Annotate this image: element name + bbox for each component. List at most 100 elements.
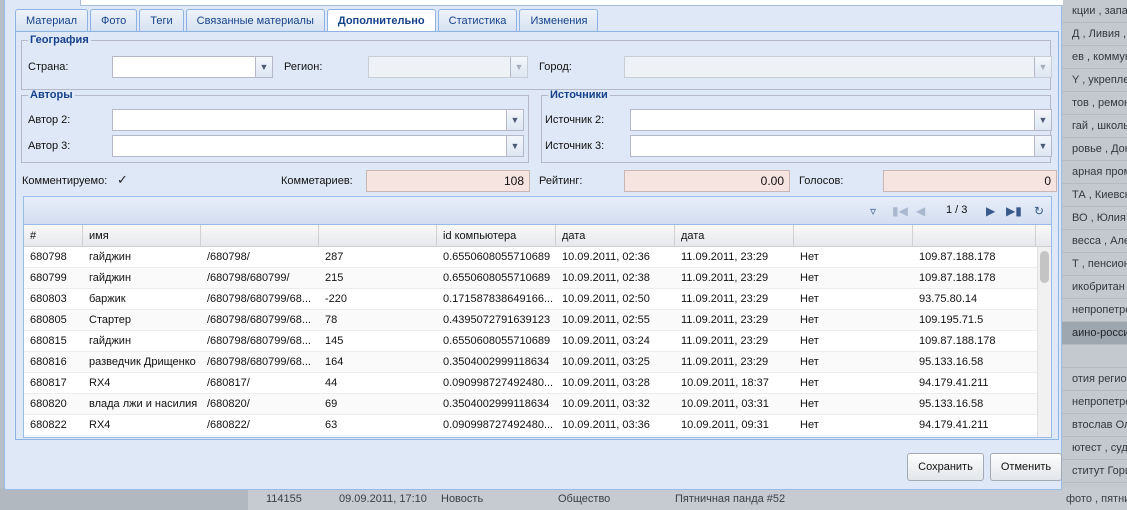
cell-flag: Нет — [800, 377, 819, 389]
cell-id: 680799 — [30, 272, 67, 284]
bg-row-section: Общество — [558, 493, 611, 505]
cell-date: 10.09.2011, 02:38 — [562, 272, 650, 284]
table-row[interactable]: 680820 влада лжи и насилия/680820/69 0.350… — [24, 394, 1051, 415]
chevron-down-icon[interactable]: ▼ — [1034, 136, 1051, 156]
cell-date: 10.09.2011, 02:55 — [562, 314, 650, 326]
prev-page-icon[interactable]: ◀ — [916, 204, 925, 218]
table-row[interactable]: 680817 RX4/680817/44 0.090998727492480... 1… — [24, 373, 1051, 394]
tab-material[interactable]: Материал — [15, 9, 88, 32]
cell-id: 680815 — [30, 335, 67, 347]
cell-date-2: 11.09.2011, 23:29 — [681, 293, 769, 305]
cell-flag: Нет — [800, 419, 819, 431]
col-header-date-2[interactable]: дата — [675, 225, 794, 247]
save-button[interactable]: Сохранить — [907, 453, 984, 481]
tab-tags[interactable]: Теги — [139, 9, 184, 32]
votes-field[interactable]: 0 — [883, 170, 1057, 192]
city-label: Город: — [539, 61, 572, 73]
grid-toolbar: ▿ ▮◀ ◀ 1 / 3 ▶ ▶▮ ↻ — [24, 197, 1051, 225]
col-header-id[interactable]: # — [24, 225, 83, 247]
cell-computer-id: 0.171587838649166... — [443, 293, 554, 305]
col-header-rating[interactable] — [319, 225, 437, 247]
col-header-ip[interactable] — [913, 225, 1036, 247]
grid-scrollbar[interactable] — [1037, 247, 1051, 437]
cell-id: 680805 — [30, 314, 67, 326]
bg-tags-line: непропетров — [1062, 391, 1127, 414]
country-label: Страна: — [28, 61, 69, 73]
chevron-down-icon[interactable]: ▼ — [510, 57, 527, 77]
comments-count-field[interactable]: 108 — [366, 170, 530, 192]
commentable-label: Комментируемо: — [22, 175, 108, 187]
cell-rating: 287 — [325, 251, 344, 263]
bg-tags-line: ВО , Юлия Т — [1062, 207, 1127, 230]
cell-rating: 145 — [325, 335, 344, 347]
col-header-date[interactable]: дата — [556, 225, 675, 247]
tab-strip: Материал Фото Теги Связанные материалы Д… — [15, 9, 599, 33]
cell-id: 680820 — [30, 398, 67, 410]
votes-label: Голосов: — [799, 175, 844, 187]
bg-row-id: 114155 — [266, 493, 302, 505]
tab-statistics[interactable]: Статистика — [437, 9, 518, 32]
bg-tags-line: ев , коммун — [1062, 46, 1127, 69]
chevron-down-icon[interactable]: ▼ — [1034, 57, 1051, 77]
chevron-down-icon[interactable]: ▼ — [506, 110, 523, 130]
grid-scroll-thumb[interactable] — [1040, 251, 1049, 283]
bg-tags-line: Y , укреплен — [1062, 69, 1127, 92]
source2-combo[interactable]: ▼ — [630, 109, 1052, 131]
background-table-row[interactable]: 114155 09.09.2011, 17:10 Новость Обществ… — [248, 488, 1062, 510]
cell-rating: -220 — [325, 293, 348, 305]
col-header-name[interactable]: имя — [83, 225, 201, 247]
cell-ip: 93.75.80.14 — [919, 293, 978, 305]
cell-name: баржик — [89, 293, 126, 305]
col-header-computer-id[interactable]: id компьютера — [437, 225, 556, 247]
cell-computer-id: 0.6550608055710689 — [443, 335, 551, 347]
table-row[interactable]: 680815 гайджин/680798/680799/68... 145 0.65… — [24, 331, 1051, 352]
bg-tags-line: отия регион — [1062, 368, 1127, 391]
bg-tags-line: икобритан — [1062, 276, 1127, 299]
tab-additional[interactable]: Дополнительно — [326, 9, 436, 33]
tab-related-materials[interactable]: Связанные материалы — [185, 9, 325, 32]
cell-date: 10.09.2011, 03:36 — [562, 419, 650, 431]
cell-date: 10.09.2011, 03:25 — [562, 356, 650, 368]
table-row[interactable]: 680803 баржик/680798/680799/68... -220 0.17… — [24, 289, 1051, 310]
chevron-down-icon[interactable]: ▼ — [506, 136, 523, 156]
cell-name: гайджин — [89, 272, 132, 284]
city-combo[interactable]: ▼ — [624, 56, 1052, 78]
refresh-icon[interactable]: ↻ — [1034, 204, 1044, 218]
rating-field[interactable]: 0.00 — [624, 170, 790, 192]
col-header-path[interactable] — [201, 225, 319, 247]
cell-flag: Нет — [800, 293, 819, 305]
comments-grid: ▿ ▮◀ ◀ 1 / 3 ▶ ▶▮ ↻ # имя id компьютера … — [23, 196, 1052, 438]
tab-photo[interactable]: Фото — [90, 9, 138, 32]
tab-changes[interactable]: Изменения — [519, 9, 599, 32]
country-combo[interactable]: ▼ — [112, 56, 273, 78]
bg-tags-line: Д , Ливия , — [1062, 23, 1127, 46]
table-row[interactable]: 680805 Стартер/680798/680799/68... 78 0.439… — [24, 310, 1051, 331]
col-header-flag[interactable] — [794, 225, 913, 247]
region-combo[interactable]: ▼ — [368, 56, 528, 78]
table-row[interactable]: 680798 гайджин/680798/287 0.65506080557106… — [24, 247, 1051, 268]
author3-combo[interactable]: ▼ — [112, 135, 524, 157]
cell-date-2: 11.09.2011, 23:29 — [681, 251, 769, 263]
filter-icon[interactable]: ▿ — [870, 204, 876, 218]
cell-date-2: 10.09.2011, 03:31 — [681, 398, 769, 410]
author2-combo[interactable]: ▼ — [112, 109, 524, 131]
source3-combo[interactable]: ▼ — [630, 135, 1052, 157]
commentable-checkbox[interactable]: ✓ — [117, 173, 130, 186]
chevron-down-icon[interactable]: ▼ — [1034, 110, 1051, 130]
cell-id: 680803 — [30, 293, 67, 305]
first-page-icon[interactable]: ▮◀ — [892, 204, 908, 218]
bg-tags-line: арная пром — [1062, 161, 1127, 184]
next-page-icon[interactable]: ▶ — [986, 204, 995, 218]
source2-label: Источник 2: — [545, 114, 605, 126]
cell-ip: 94.179.41.211 — [919, 377, 989, 389]
table-row[interactable]: 680816 разведчик Дрищенко/680798/680799/6… — [24, 352, 1051, 373]
source3-label: Источник 3: — [545, 140, 605, 152]
chevron-down-icon[interactable]: ▼ — [255, 57, 272, 77]
cell-path: /680820/ — [207, 398, 250, 410]
table-row[interactable]: 680822 RX4/680822/63 0.090998727492480... 1… — [24, 415, 1051, 436]
table-row[interactable]: 680799 гайджин/680798/680799/215 0.6550608… — [24, 268, 1051, 289]
last-page-icon[interactable]: ▶▮ — [1006, 204, 1022, 218]
bg-tags-line: ютест , суд г — [1062, 437, 1127, 460]
cell-id: 680817 — [30, 377, 67, 389]
cancel-button[interactable]: Отменить — [990, 453, 1062, 481]
